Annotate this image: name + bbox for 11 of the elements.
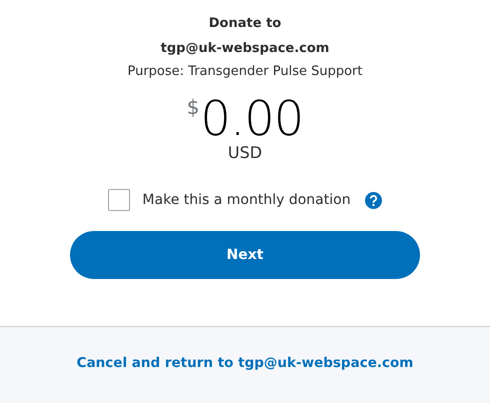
monthly-checkbox[interactable] [108,189,130,211]
cancel-link[interactable]: Cancel and return to tgp@uk-webspace.com [76,355,414,371]
help-icon[interactable] [364,192,382,208]
amount-value[interactable]: 0.00 [200,93,304,145]
checkbox-label[interactable]: Make this a monthly donation [142,192,351,208]
currency-symbol: $ [186,95,200,119]
currency-code: USD [228,143,262,163]
purpose-text: Purpose: Transgender Pulse Support [127,63,362,81]
recipient-email: tgp@uk-webspace.com [160,40,330,58]
next-button[interactable]: Next [70,231,420,279]
heading: Donate to [208,15,282,33]
